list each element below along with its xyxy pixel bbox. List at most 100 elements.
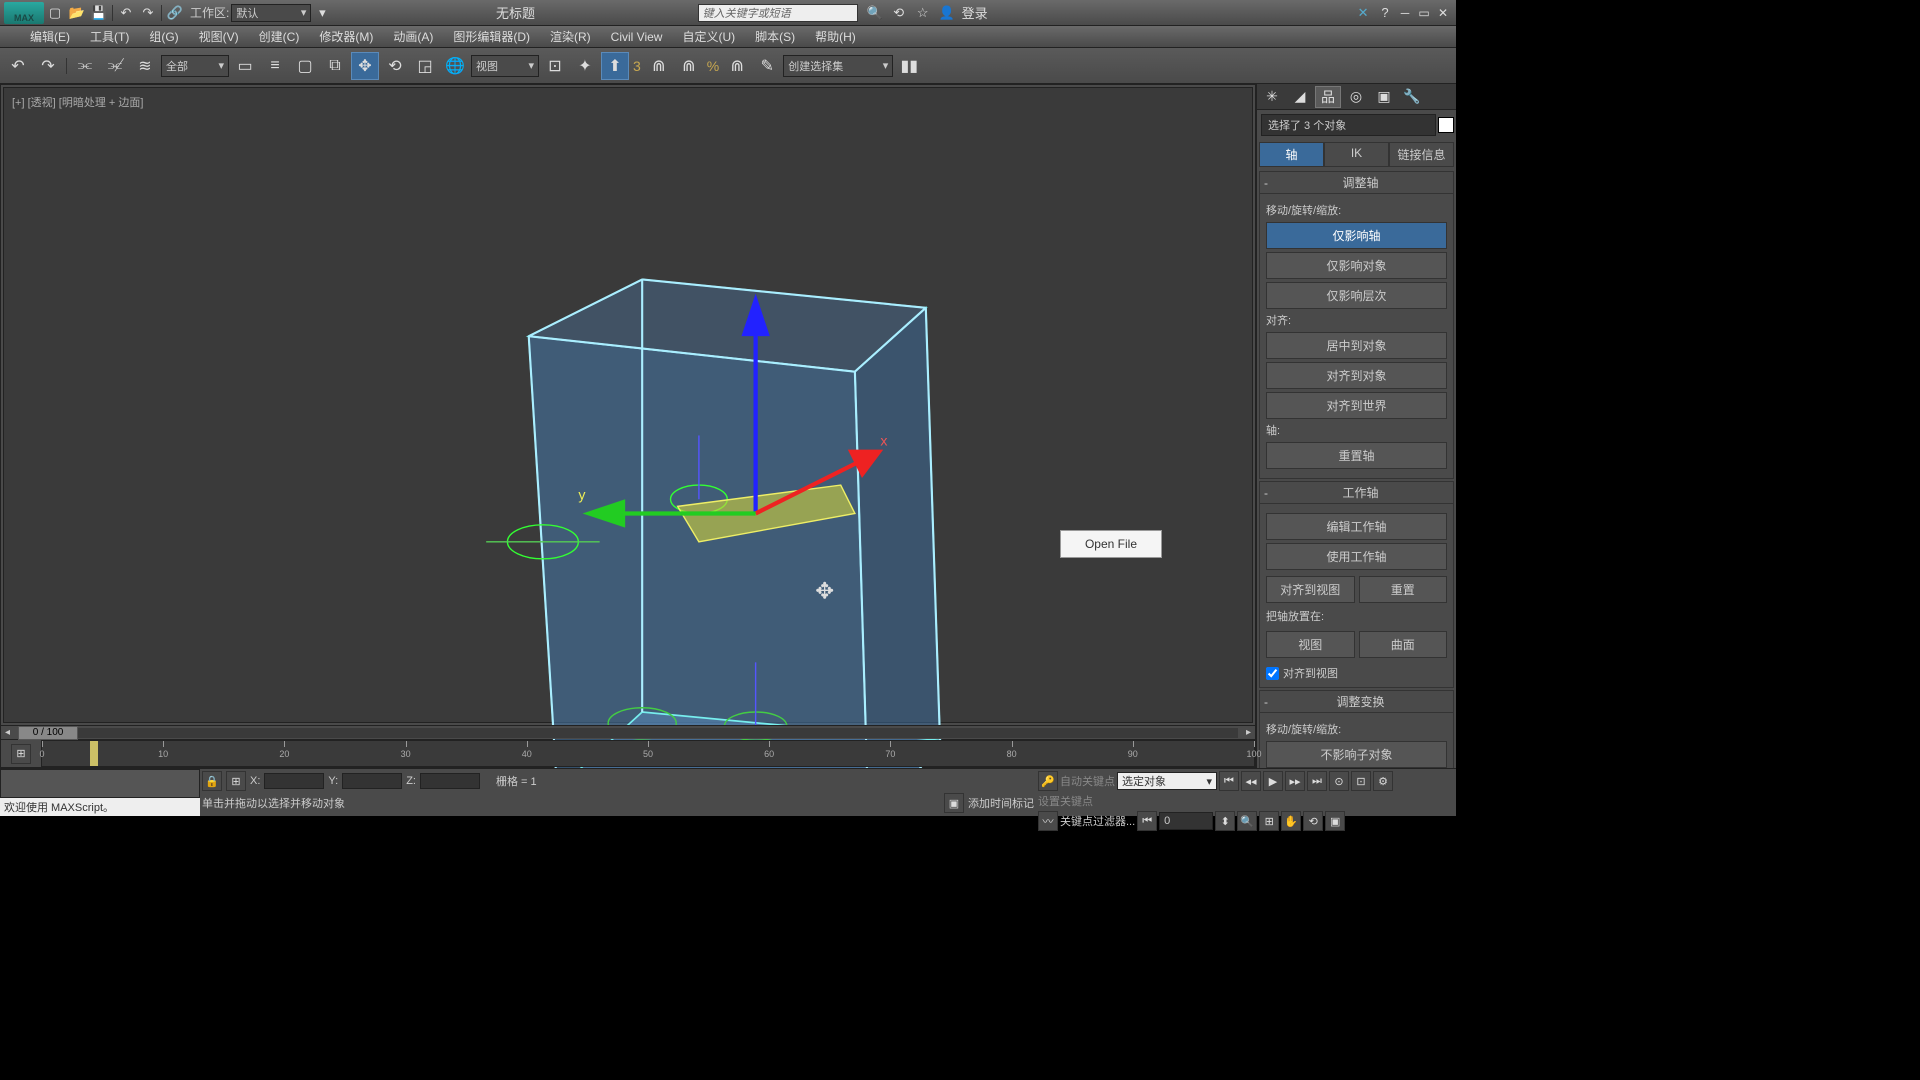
absolute-transform-icon[interactable]: ⊞	[226, 771, 246, 791]
time-config-icon[interactable]: ⚙	[1373, 771, 1393, 791]
prev-frame-icon[interactable]: ◂◂	[1241, 771, 1261, 791]
link-button[interactable]: ⫘	[71, 52, 99, 80]
percent-snap-button[interactable]: ⋒	[675, 52, 703, 80]
select-button[interactable]: ▭	[231, 52, 259, 80]
menu-group[interactable]: 组(G)	[139, 26, 188, 47]
align-to-view-button[interactable]: 对齐到视图	[1266, 576, 1355, 603]
time-tag-icon[interactable]: ▣	[944, 793, 964, 813]
unlink-button[interactable]: ⫘̸	[101, 52, 129, 80]
select-region-button[interactable]: ▢	[291, 52, 319, 80]
create-tab-icon[interactable]: ✳	[1259, 86, 1285, 108]
modify-tab-icon[interactable]: ◢	[1287, 86, 1313, 108]
bind-space-warp-button[interactable]: ≋	[131, 52, 159, 80]
key-filters-button[interactable]: 关键点过滤器...	[1060, 813, 1135, 829]
menu-tools[interactable]: 工具(T)	[80, 26, 139, 47]
reset-working-pivot-button[interactable]: 重置	[1359, 576, 1448, 603]
workspace-dropdown[interactable]: 默认▾	[231, 4, 311, 22]
adjust-pivot-rollout-header[interactable]: -调整轴	[1259, 171, 1454, 194]
utilities-tab-icon[interactable]: 🔧	[1399, 86, 1425, 108]
menu-animation[interactable]: 动画(A)	[383, 26, 443, 47]
minimize-button[interactable]: ─	[1396, 5, 1414, 21]
prev-key-icon[interactable]: ⏮	[1137, 811, 1157, 831]
binoculars-icon[interactable]: 🔍	[865, 3, 885, 23]
working-pivot-rollout-header[interactable]: -工作轴	[1259, 481, 1454, 504]
align-to-world-button[interactable]: 对齐到世界	[1266, 392, 1447, 419]
auto-key-button[interactable]: 自动关键点	[1060, 773, 1115, 789]
lock-selection-icon[interactable]: 🔒	[202, 771, 222, 791]
help-icon[interactable]: ?	[1375, 3, 1395, 23]
workspace-more-icon[interactable]: ▾	[312, 3, 332, 23]
pivot-center-button[interactable]: ⊡	[541, 52, 569, 80]
track-ruler[interactable]: 0102030405060708090100	[41, 740, 1255, 767]
time-slider-next[interactable]: ▸	[1246, 727, 1251, 738]
sel-lock-icon[interactable]: ⊡	[1351, 771, 1371, 791]
manipulate-button[interactable]: ✦	[571, 52, 599, 80]
close-button[interactable]: ✕	[1434, 5, 1452, 21]
pan-icon[interactable]: ✋	[1281, 811, 1301, 831]
next-frame-icon[interactable]: ▸▸	[1285, 771, 1305, 791]
undo-icon[interactable]: ↶	[116, 3, 136, 23]
key-mode-icon[interactable]: 🔑	[1038, 771, 1058, 791]
use-working-pivot-button[interactable]: 使用工作轴	[1266, 543, 1447, 570]
menu-create[interactable]: 创建(C)	[249, 26, 310, 47]
select-by-name-button[interactable]: ≡	[261, 52, 289, 80]
window-crossing-button[interactable]: ⧉	[321, 52, 349, 80]
snap-toggle-button[interactable]: ⬆	[601, 52, 629, 80]
dont-affect-children-button[interactable]: 不影响子对象	[1266, 741, 1447, 768]
menu-view[interactable]: 视图(V)	[189, 26, 249, 47]
edit-named-sel-button[interactable]: ✎	[753, 52, 781, 80]
isolate-icon[interactable]: ⊙	[1329, 771, 1349, 791]
reset-pivot-button[interactable]: 重置轴	[1266, 442, 1447, 469]
frame-spinner-icon[interactable]: ⬍	[1215, 811, 1235, 831]
z-coord-input[interactable]	[420, 773, 480, 789]
mirror-button[interactable]: ▮▮	[895, 52, 923, 80]
ik-subtab[interactable]: IK	[1324, 142, 1389, 167]
placement-button[interactable]: 🌐	[441, 52, 469, 80]
redo-icon[interactable]: ↷	[138, 3, 158, 23]
pivot-subtab[interactable]: 轴	[1259, 142, 1324, 167]
zoom-icon[interactable]: 🔍	[1237, 811, 1257, 831]
goto-end-icon[interactable]: ⏭	[1307, 771, 1327, 791]
max-viewport-icon[interactable]: ▣	[1325, 811, 1345, 831]
new-icon[interactable]: ▢	[45, 3, 65, 23]
menu-edit[interactable]: 编辑(E)	[20, 26, 80, 47]
goto-start-icon[interactable]: ⏮	[1219, 771, 1239, 791]
display-tab-icon[interactable]: ▣	[1371, 86, 1397, 108]
undo-button[interactable]: ↶	[4, 52, 32, 80]
menu-graph-editors[interactable]: 图形编辑器(D)	[443, 26, 540, 47]
search-input[interactable]: 键入关键字或短语	[698, 4, 858, 22]
star-icon[interactable]: ☆	[913, 3, 933, 23]
maxscript-mini-listener[interactable]	[0, 769, 200, 798]
affect-pivot-only-button[interactable]: 仅影响轴	[1266, 222, 1447, 249]
x-coord-input[interactable]	[264, 773, 324, 789]
x-icon[interactable]: ✕	[1353, 3, 1373, 23]
angle-snap-button[interactable]: ⋒	[645, 52, 673, 80]
restore-button[interactable]: ▭	[1415, 5, 1433, 21]
selection-filter-dropdown[interactable]: 全部▾	[161, 55, 229, 77]
align-to-view-checkbox[interactable]	[1266, 667, 1279, 680]
zoom-all-icon[interactable]: ⊞	[1259, 811, 1279, 831]
align-to-object-button[interactable]: 对齐到对象	[1266, 362, 1447, 389]
object-color-swatch[interactable]	[1438, 117, 1454, 133]
time-slider-bar[interactable]: ◂ 0 / 100 ▸	[1, 725, 1255, 739]
set-key-button[interactable]: 设置关键点	[1038, 793, 1454, 809]
link-info-subtab[interactable]: 链接信息	[1389, 142, 1454, 167]
current-frame-input[interactable]	[1159, 812, 1213, 830]
user-icon[interactable]: 👤	[937, 3, 957, 23]
perspective-viewport[interactable]: [+] [透视] [明暗处理 + 边面]	[3, 87, 1253, 723]
menu-rendering[interactable]: 渲染(R)	[540, 26, 601, 47]
menu-civil-view[interactable]: Civil View	[601, 28, 673, 46]
center-to-object-button[interactable]: 居中到对象	[1266, 332, 1447, 359]
adjust-transform-rollout-header[interactable]: -调整变换	[1259, 690, 1454, 713]
open-icon[interactable]: 📂	[67, 3, 87, 23]
named-selection-dropdown[interactable]: 创建选择集▾	[783, 55, 893, 77]
login-link[interactable]: 登录	[962, 3, 988, 22]
reference-coord-dropdown[interactable]: 视图▾	[471, 55, 539, 77]
affect-hierarchy-only-button[interactable]: 仅影响层次	[1266, 282, 1447, 309]
y-coord-input[interactable]	[342, 773, 402, 789]
place-surface-button[interactable]: 曲面	[1359, 631, 1448, 658]
redo-button[interactable]: ↷	[34, 52, 62, 80]
edit-working-pivot-button[interactable]: 编辑工作轴	[1266, 513, 1447, 540]
motion-tab-icon[interactable]: ◎	[1343, 86, 1369, 108]
place-view-button[interactable]: 视图	[1266, 631, 1355, 658]
